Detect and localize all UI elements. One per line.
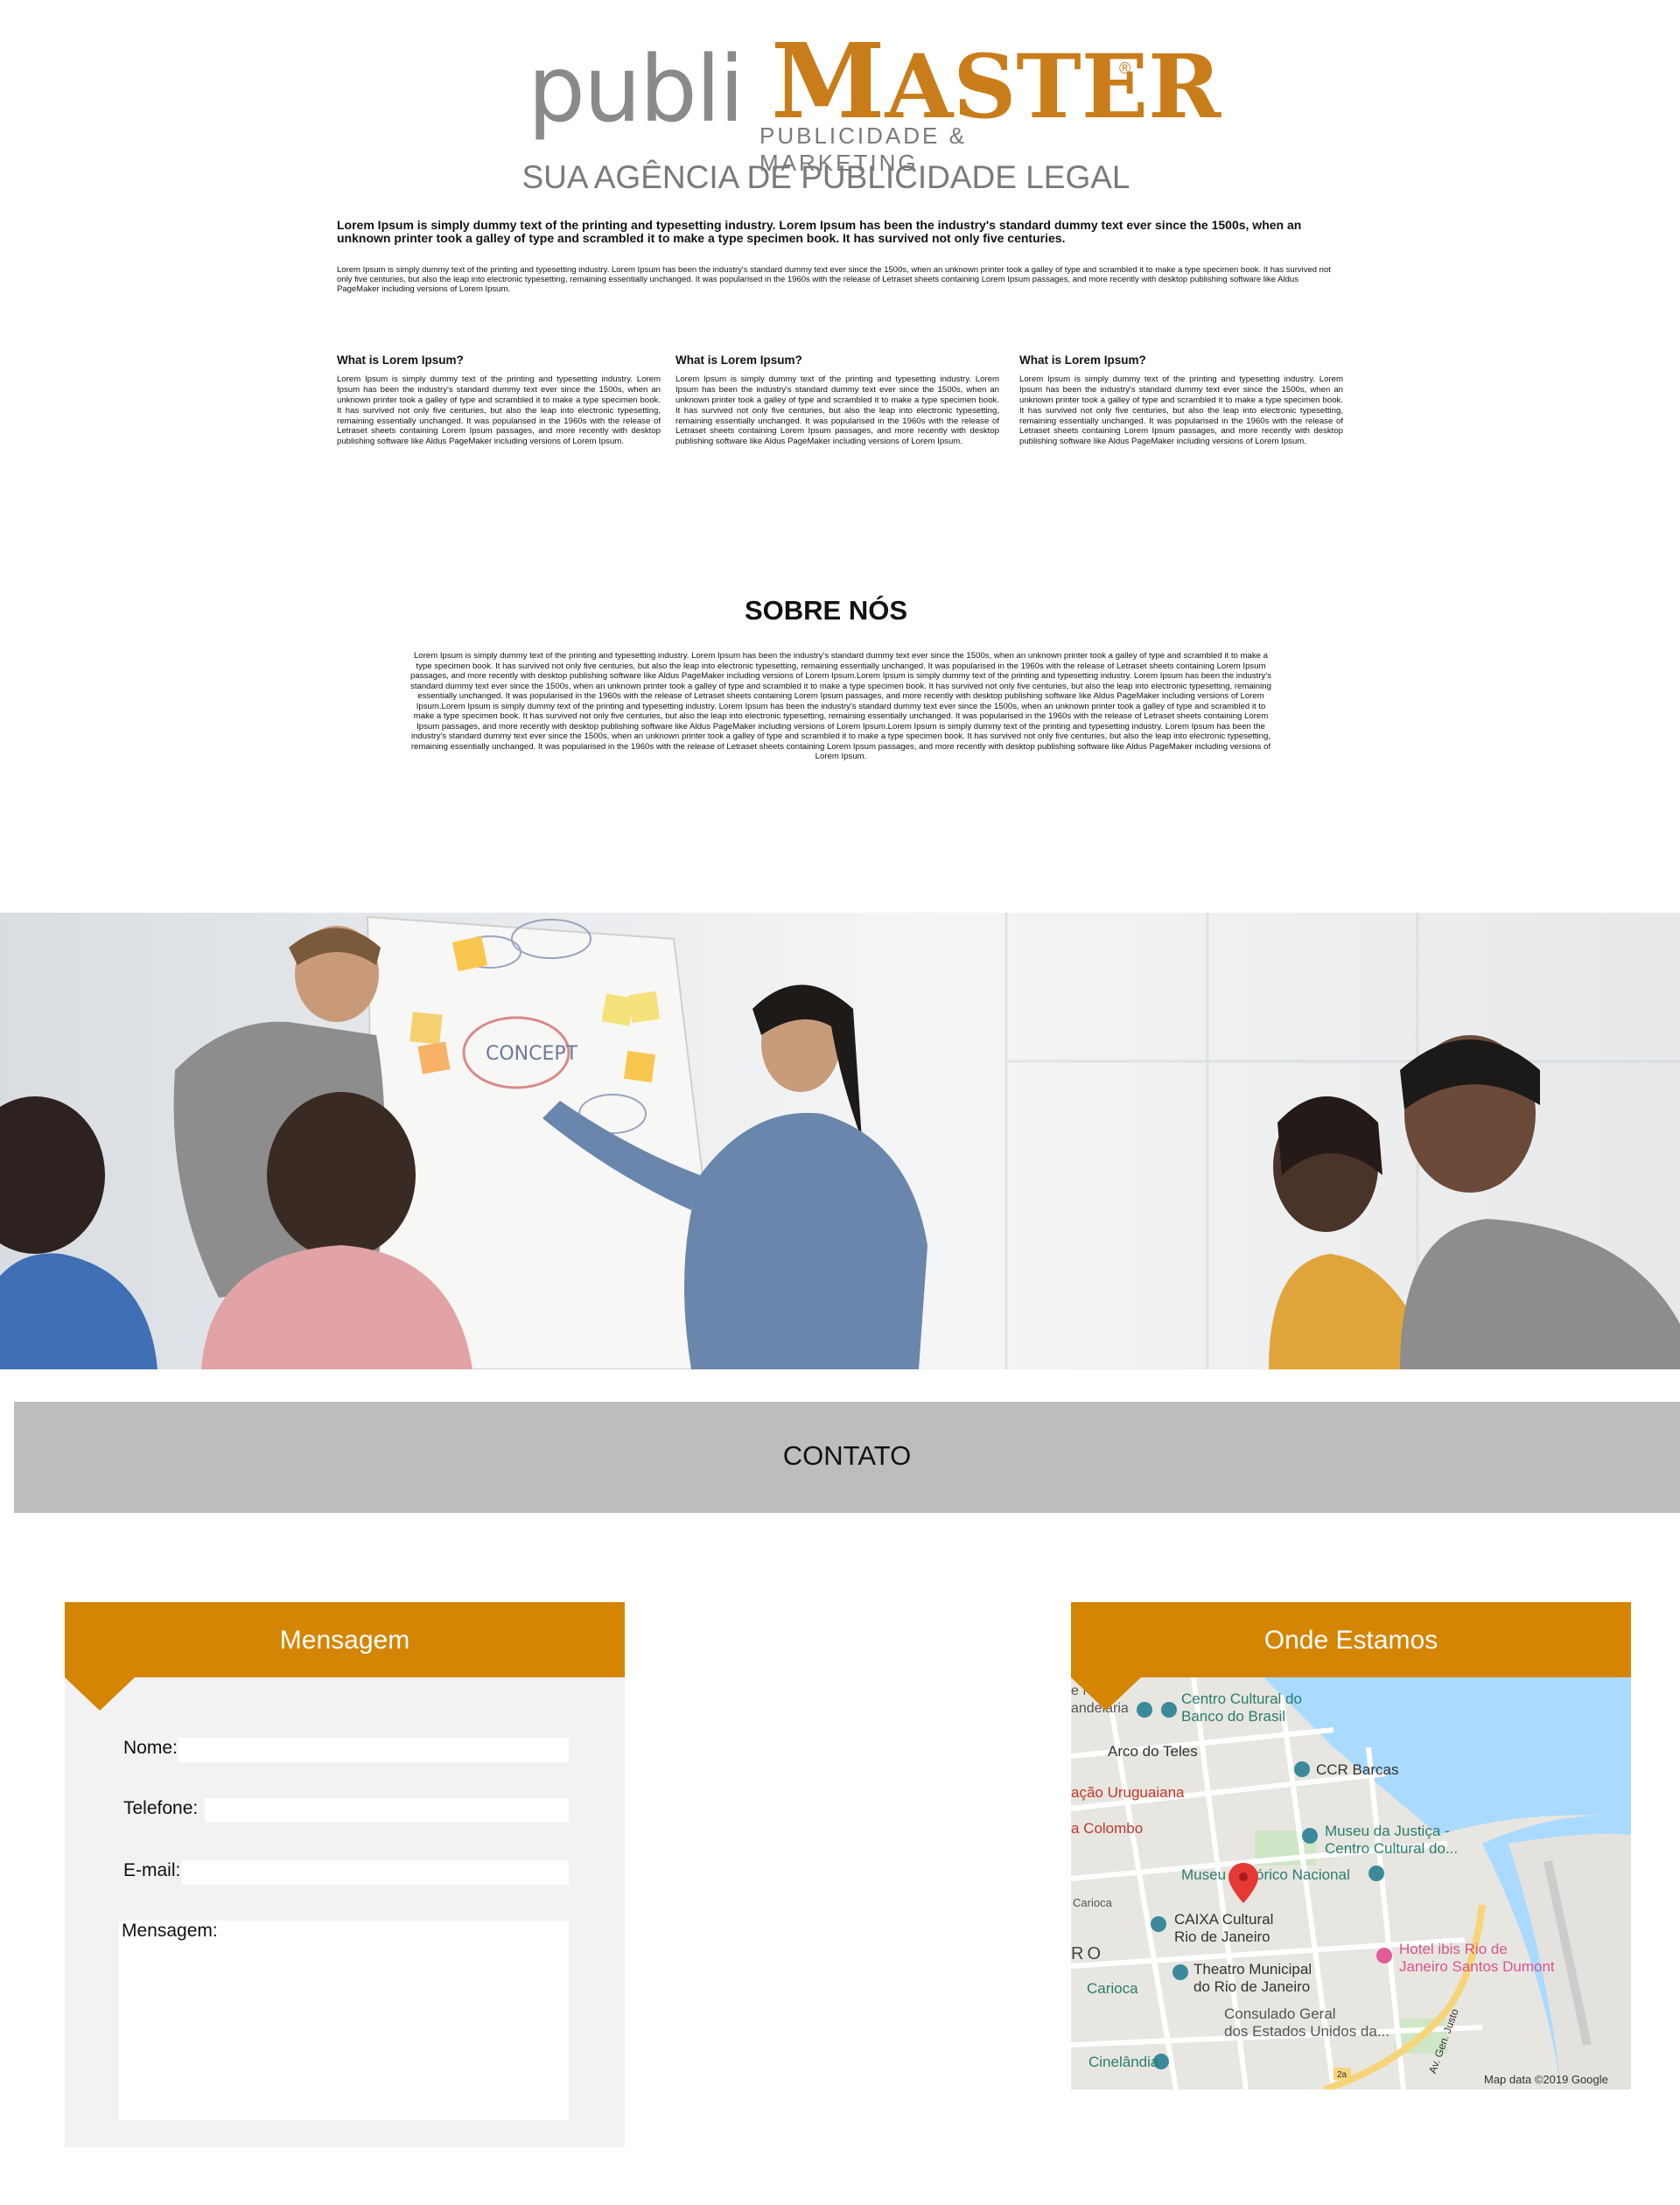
feature-column-3: What is Lorem Ipsum? Lorem Ipsum is simp… xyxy=(1019,354,1343,447)
contact-section-header: CONTATO xyxy=(14,1402,1680,1513)
map-label: Museu da Justiça - xyxy=(1325,1823,1450,1839)
message-form-header: Mensagem xyxy=(65,1602,625,1677)
phone-label: Telefone: xyxy=(123,1798,199,1818)
map-label: Carioca xyxy=(1087,1980,1138,1997)
map[interactable]: e Nossa andelária Av. Gen. Justo 2a Cent… xyxy=(1071,1677,1631,2090)
map-label: Janeiro Santos Dumont xyxy=(1399,1958,1555,1975)
tagline: SUA AGÊNCIA DE PUBLICIDADE LEGAL xyxy=(522,159,1130,195)
map-label: Banco do Brasil xyxy=(1181,1708,1285,1725)
message-form-header-notch xyxy=(65,1677,135,1711)
feature-title: What is Lorem Ipsum? xyxy=(1019,354,1146,367)
location-panel-header-notch xyxy=(1071,1677,1141,1711)
logo[interactable]: publi MASTER ® PUBLICIDADE & MARKETING xyxy=(528,19,1221,177)
map-label: a Colombo xyxy=(1071,1820,1143,1837)
about-text: Lorem Ipsum is simply dummy text of the … xyxy=(410,651,1271,761)
map-label: Carioca xyxy=(1073,1896,1113,1909)
feature-text: Lorem Ipsum is simply dummy text of the … xyxy=(676,374,999,447)
logo-publi-text: publi xyxy=(528,36,745,143)
map-label: Museu Histórico Nacional xyxy=(1181,1866,1350,1883)
name-label: Nome: xyxy=(123,1738,178,1758)
map-label: RO xyxy=(1071,1944,1104,1964)
feature-column-1: What is Lorem Ipsum? Lorem Ipsum is simp… xyxy=(337,354,661,447)
contact-title: CONTATO xyxy=(782,1440,912,1471)
location-panel-header: Onde Estamos xyxy=(1071,1602,1631,1677)
map-label: Centro Cultural do... xyxy=(1325,1840,1458,1857)
message-form-title: Mensagem xyxy=(279,1626,410,1655)
name-field[interactable] xyxy=(178,1738,569,1762)
phone-field[interactable] xyxy=(205,1798,569,1823)
whiteboard-text: CONCEPT xyxy=(486,1043,578,1065)
message-field[interactable]: Mensagem: xyxy=(119,1921,569,2120)
map-label: Arco do Teles xyxy=(1108,1743,1198,1760)
feature-column-2: What is Lorem Ipsum? Lorem Ipsum is simp… xyxy=(676,354,999,447)
location-panel: Onde Estamos e Nossa andelária Av. Gen. … xyxy=(1071,1602,1631,2090)
map-label: CCR Barcas xyxy=(1316,1761,1398,1778)
location-pin-icon[interactable] xyxy=(1228,1863,1258,1903)
registered-mark: ® xyxy=(1119,60,1131,77)
location-panel-title: Onde Estamos xyxy=(1264,1626,1438,1655)
map-label: CAIXA Cultural xyxy=(1174,1911,1273,1928)
team-photo-illustration: CONCEPT xyxy=(0,913,1680,1369)
map-label: ação Uruguaiana xyxy=(1071,1784,1185,1801)
map-label: 2a xyxy=(1337,2070,1348,2080)
email-field[interactable] xyxy=(182,1860,569,1885)
logo-master-text: MASTER xyxy=(771,30,1221,133)
feature-text: Lorem Ipsum is simply dummy text of the … xyxy=(1019,374,1343,447)
map-label: Rio de Janeiro xyxy=(1174,1928,1270,1945)
email-label: E-mail: xyxy=(123,1860,181,1880)
intro-bold-text: Lorem Ipsum is simply dummy text of the … xyxy=(337,218,1302,245)
map-label: dos Estados Unidos da... xyxy=(1224,2023,1390,2040)
map-label: Consulado Geral xyxy=(1224,2006,1336,2022)
map-label: Theatro Municipal xyxy=(1194,1961,1312,1978)
map-illustration: e Nossa andelária Av. Gen. Justo 2a Cent… xyxy=(1071,1677,1631,2090)
about-title: SOBRE NÓS xyxy=(744,595,908,626)
map-label: do Rio de Janeiro xyxy=(1194,1978,1310,1995)
map-label: Cinelândia xyxy=(1088,2054,1159,2070)
map-label: Hotel ibis Rio de xyxy=(1399,1941,1508,1957)
team-photo: CONCEPT xyxy=(0,913,1680,1369)
intro-small-text: Lorem Ipsum is simply dummy text of the … xyxy=(337,265,1331,295)
feature-title: What is Lorem Ipsum? xyxy=(337,354,464,367)
map-attribution: Map data ©2019 Google xyxy=(1484,2073,1608,2086)
feature-title: What is Lorem Ipsum? xyxy=(676,354,802,367)
map-label: Centro Cultural do xyxy=(1181,1690,1302,1707)
message-label: Mensagem: xyxy=(122,1921,218,1941)
feature-text: Lorem Ipsum is simply dummy text of the … xyxy=(337,374,661,447)
